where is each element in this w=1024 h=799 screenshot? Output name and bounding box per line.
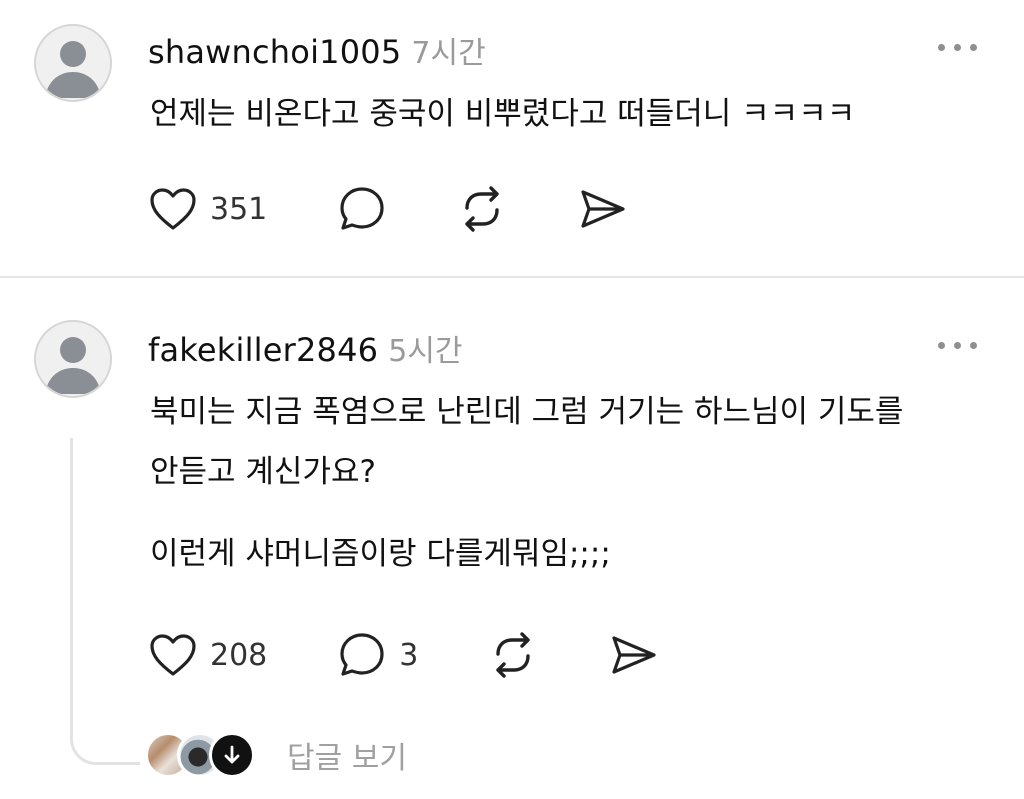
avatar[interactable] bbox=[34, 24, 112, 102]
share-icon bbox=[612, 636, 656, 674]
timestamp: 7시간 bbox=[411, 36, 486, 71]
username[interactable]: fakekiller2846 bbox=[148, 331, 378, 369]
share-button[interactable] bbox=[577, 184, 627, 234]
post-item: shawnchoi1005 7시간 언제는 비온다고 중국이 비뿌렸다고 떠들더… bbox=[0, 0, 1024, 276]
username[interactable]: shawnchoi1005 bbox=[148, 33, 401, 71]
post-header: shawnchoi1005 7시간 bbox=[148, 28, 486, 72]
like-count: 208 bbox=[210, 637, 268, 673]
post-item: fakekiller2846 5시간 북미는 지금 폭염으로 난린데 그럼 거기… bbox=[0, 278, 1024, 799]
view-replies-row[interactable]: 답글 보기 bbox=[145, 732, 407, 778]
comment-icon bbox=[340, 187, 384, 230]
action-bar: 208 3 bbox=[148, 630, 658, 680]
post-header: fakekiller2846 5시간 bbox=[148, 326, 463, 370]
share-button[interactable] bbox=[608, 630, 658, 680]
repost-icon bbox=[496, 632, 531, 678]
like-button[interactable]: 351 bbox=[148, 186, 267, 232]
thread-line bbox=[70, 438, 140, 765]
comment-button[interactable] bbox=[337, 184, 387, 234]
like-button[interactable]: 208 bbox=[148, 632, 267, 678]
timestamp: 5시간 bbox=[388, 334, 463, 369]
heart-icon bbox=[150, 188, 196, 230]
post-text: 언제는 비온다고 중국이 비뿌렸다고 떠들더니 ㅋㅋㅋㅋ bbox=[150, 96, 856, 132]
post-text-line: 안듣고 계신가요? bbox=[150, 454, 376, 490]
share-icon bbox=[581, 190, 625, 228]
post-text-line: 북미는 지금 폭염으로 난린데 그럼 거기는 하느님이 기도를 bbox=[150, 394, 904, 430]
action-bar: 351 bbox=[148, 184, 627, 234]
comment-button[interactable]: 3 bbox=[337, 630, 418, 680]
user-icon bbox=[45, 41, 101, 98]
more-icon[interactable] bbox=[938, 342, 977, 349]
repost-button[interactable] bbox=[457, 184, 507, 234]
view-replies-link[interactable]: 답글 보기 bbox=[287, 733, 407, 777]
reply-count: 3 bbox=[399, 637, 419, 673]
arrow-down-icon bbox=[224, 745, 240, 764]
post-text-line: 이런게 샤머니즘이랑 다를게뭐임;;;; bbox=[150, 536, 611, 572]
like-count: 351 bbox=[210, 191, 268, 227]
repost-button[interactable] bbox=[488, 630, 538, 680]
user-icon bbox=[45, 337, 101, 394]
comment-icon bbox=[340, 633, 384, 676]
more-icon[interactable] bbox=[938, 44, 977, 51]
avatar[interactable] bbox=[34, 320, 112, 398]
expand-replies-button[interactable] bbox=[209, 732, 255, 778]
repost-icon bbox=[465, 186, 499, 232]
heart-icon bbox=[150, 634, 196, 676]
